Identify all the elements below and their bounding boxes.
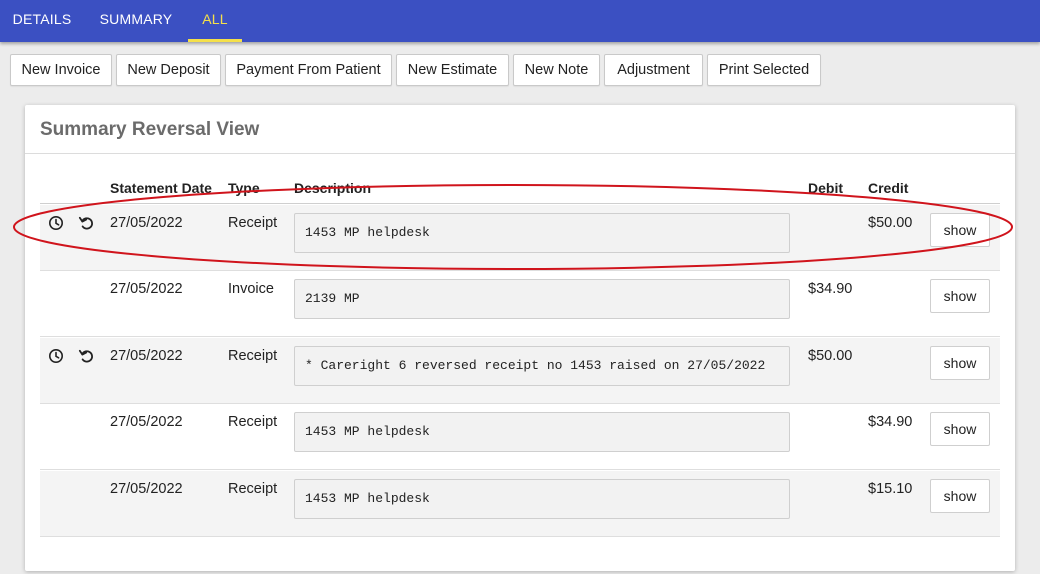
new-estimate-button[interactable]: New Estimate <box>396 54 509 86</box>
show-button[interactable]: show <box>930 279 990 313</box>
header-divider <box>40 203 1000 204</box>
column-header-statement-date[interactable]: Statement Date <box>110 180 212 196</box>
tab-details[interactable]: DETAILS <box>0 0 84 42</box>
row-description-field: 1453 MP helpdesk <box>294 412 790 452</box>
active-tab-indicator <box>188 39 242 42</box>
column-header-description[interactable]: Description <box>294 180 371 196</box>
tab-summary[interactable]: SUMMARY <box>86 0 186 42</box>
tab-all-label: ALL <box>202 11 228 27</box>
table-row: 27/05/2022 Invoice 2139 MP $34.90 show <box>40 271 1000 337</box>
table-row: 27/05/2022 Receipt 1453 MP helpdesk $34.… <box>40 404 1000 470</box>
row-date: 27/05/2022 <box>110 481 183 497</box>
row-type: Invoice <box>228 281 274 297</box>
row-credit: $50.00 <box>868 215 913 231</box>
row-credit: $34.90 <box>868 414 913 430</box>
row-date: 27/05/2022 <box>110 348 183 364</box>
column-header-debit[interactable]: Debit <box>808 180 843 196</box>
row-date: 27/05/2022 <box>110 281 183 297</box>
undo-icon[interactable] <box>78 215 94 231</box>
tab-all[interactable]: ALL <box>188 0 242 42</box>
row-type: Receipt <box>228 215 278 231</box>
column-header-credit[interactable]: Credit <box>868 180 908 196</box>
card-title: Summary Reversal View <box>40 119 260 140</box>
row-description-field: 1453 MP helpdesk <box>294 479 790 519</box>
row-type: Receipt <box>228 414 278 430</box>
payment-from-patient-button[interactable]: Payment From Patient <box>225 54 392 86</box>
column-header-type[interactable]: Type <box>228 180 260 196</box>
row-debit: $50.00 <box>808 348 853 364</box>
summary-reversal-card: Summary Reversal View Statement Date Typ… <box>25 105 1015 571</box>
undo-icon[interactable] <box>78 348 94 364</box>
clock-icon[interactable] <box>48 215 64 231</box>
card-divider <box>25 153 1015 154</box>
row-type: Receipt <box>228 481 278 497</box>
row-credit: $15.10 <box>868 481 913 497</box>
new-note-button[interactable]: New Note <box>513 54 600 86</box>
print-selected-button[interactable]: Print Selected <box>707 54 821 86</box>
top-tab-bar: DETAILS SUMMARY ALL <box>0 0 1040 42</box>
table-row: 27/05/2022 Receipt 1453 MP helpdesk $15.… <box>40 471 1000 537</box>
row-debit: $34.90 <box>808 281 853 297</box>
row-description-field: 2139 MP <box>294 279 790 319</box>
row-date: 27/05/2022 <box>110 414 183 430</box>
show-button[interactable]: show <box>930 412 990 446</box>
adjustment-button[interactable]: Adjustment <box>604 54 703 86</box>
table-row: 27/05/2022 Receipt * Careright 6 reverse… <box>40 338 1000 404</box>
row-date: 27/05/2022 <box>110 215 183 231</box>
row-description-field: * Careright 6 reversed receipt no 1453 r… <box>294 346 790 386</box>
table-row: 27/05/2022 Receipt 1453 MP helpdesk $50.… <box>40 205 1000 271</box>
row-description-field: 1453 MP helpdesk <box>294 213 790 253</box>
row-type: Receipt <box>228 348 278 364</box>
show-button[interactable]: show <box>930 213 990 247</box>
new-invoice-button[interactable]: New Invoice <box>10 54 112 86</box>
show-button[interactable]: show <box>930 479 990 513</box>
new-deposit-button[interactable]: New Deposit <box>116 54 221 86</box>
show-button[interactable]: show <box>930 346 990 380</box>
clock-icon[interactable] <box>48 348 64 364</box>
